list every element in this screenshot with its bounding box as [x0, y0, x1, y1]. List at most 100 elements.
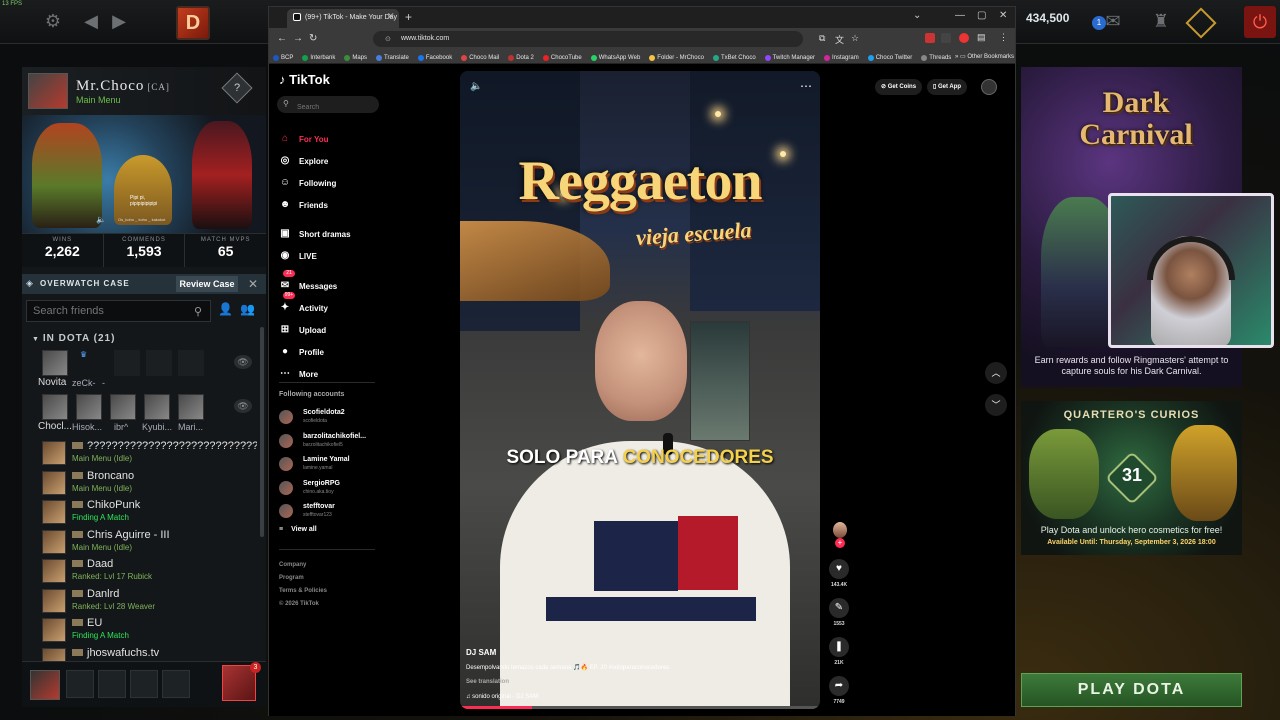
friend-row[interactable]: Daad Ranked: Lvl 17 Rubick	[42, 557, 262, 586]
spectate-eye-icon[interactable]: 👁	[234, 399, 252, 413]
close-icon[interactable]: ✕	[248, 277, 258, 291]
bookmark-item[interactable]: TxBet Choco	[712, 53, 756, 63]
cast-icon[interactable]: ⧉	[819, 33, 825, 44]
back-icon[interactable]: ←	[277, 33, 287, 44]
quartero-curios-panel[interactable]: QUARTERO'S CURIOS 31 Play Dota and unloc…	[1021, 401, 1242, 555]
nav-item-live[interactable]: ◉ LIVE	[279, 247, 317, 265]
review-case-button[interactable]: Review Case	[176, 276, 238, 292]
share-icon[interactable]: ➦	[829, 676, 849, 696]
spectate-eye-icon[interactable]: 👁	[234, 355, 252, 369]
account-avatar[interactable]	[279, 504, 293, 518]
bookmark-item[interactable]: Dota 2	[508, 53, 534, 63]
bookmark-item[interactable]: ChocoTube	[542, 53, 582, 63]
maximize-button[interactable]: ▢	[977, 10, 986, 21]
bookmark-action[interactable]: ❚ 21K	[827, 637, 851, 666]
tab-tiktok[interactable]: (99+) TikTok - Make Your Day	[287, 9, 399, 28]
extension-icon[interactable]	[925, 33, 935, 43]
bookmark-item[interactable]: Folder - MrChoco	[649, 53, 704, 63]
previous-video-button[interactable]: ︿	[985, 362, 1007, 384]
friend-list-scrollbar[interactable]	[260, 327, 264, 537]
party-invite-slot[interactable]	[98, 670, 126, 698]
account-avatar[interactable]	[279, 457, 293, 471]
video-author[interactable]: DJ SAM	[466, 648, 496, 657]
bookmark-item[interactable]: Instagram	[824, 53, 859, 63]
friend-row[interactable]: Chris Aguirre - III Main Menu (Idle)	[42, 528, 262, 557]
dota-logo-icon[interactable]: D	[176, 6, 210, 40]
bookmark-item[interactable]: BCP	[273, 53, 293, 63]
new-tab-button[interactable]: +	[405, 10, 412, 24]
url-bar[interactable]: www.tiktok.com	[373, 31, 803, 47]
search-icon[interactable]: ⚲	[194, 305, 202, 318]
bookmark-star-icon[interactable]: ☆	[851, 33, 859, 44]
friend-row[interactable]: ???????????????????????????? Main Menu (I…	[42, 439, 262, 468]
add-friend-icon[interactable]: 👤	[218, 302, 236, 318]
profile-avatar-icon[interactable]	[959, 33, 969, 43]
shards-icon[interactable]	[1185, 7, 1217, 39]
play-dota-button[interactable]: PLAY DOTA	[1021, 673, 1242, 707]
comment-action[interactable]: ✎ 1553	[827, 598, 851, 627]
browser-menu-icon[interactable]: ⋮	[999, 32, 1008, 43]
follow-plus-icon[interactable]: +	[835, 538, 845, 548]
account-avatar[interactable]	[279, 433, 293, 448]
party-invite-slot[interactable]	[130, 670, 158, 698]
friend-avatar[interactable]	[42, 441, 66, 465]
forward-icon[interactable]: →	[293, 33, 303, 44]
comment-icon[interactable]: ✎	[829, 598, 849, 618]
nav-item-more[interactable]: ⋯ More	[279, 365, 318, 383]
video-player[interactable]: Reggaeton vieja escuela SOLO PARA CONOCE…	[460, 71, 820, 709]
more-options-icon[interactable]: ⋯	[800, 79, 812, 93]
bookmark-item[interactable]: Choco Twitter	[867, 53, 912, 63]
friend-row[interactable]: ChikoPunk Finding A Match	[42, 498, 262, 527]
power-icon[interactable]: ⏻	[1244, 6, 1276, 38]
tab-close-icon[interactable]: ✕	[387, 11, 395, 22]
friend-avatar[interactable]	[42, 529, 66, 554]
party-invite-slot[interactable]	[66, 670, 94, 698]
footer-link[interactable]: Company	[279, 562, 306, 568]
bookmark-item[interactable]: Interbank	[302, 53, 335, 63]
reload-icon[interactable]: ↻	[309, 33, 317, 44]
get-app-button[interactable]: ▯ Get App	[927, 79, 968, 95]
party-member-avatar[interactable]	[42, 394, 68, 420]
party-invite-slot[interactable]	[162, 670, 190, 698]
nav-item-activity[interactable]: ✦ Activity	[279, 299, 328, 317]
friend-avatar[interactable]	[42, 588, 66, 613]
party-member-avatar[interactable]	[178, 394, 204, 420]
bookmark-item[interactable]: Twitch Manager	[764, 53, 815, 63]
video-progress-bar[interactable]	[460, 706, 820, 709]
account-avatar[interactable]	[279, 410, 293, 424]
creator-avatar[interactable]	[833, 522, 847, 538]
nav-item-upload[interactable]: ⊞ Upload	[279, 321, 326, 339]
back-arrow-icon[interactable]: ◀	[80, 10, 102, 32]
friends-group-header[interactable]: ▼ IN DOTA (21)	[32, 333, 115, 344]
nav-item-explore[interactable]: ◎ Explore	[279, 152, 329, 170]
user-avatar[interactable]	[981, 79, 997, 95]
footer-link[interactable]: Program	[279, 575, 304, 581]
site-info-icon[interactable]: ⊙	[385, 35, 391, 43]
nav-item-for-you[interactable]: ⌂ For You	[279, 130, 329, 148]
account-avatar[interactable]	[279, 480, 293, 495]
tab-search-icon[interactable]: ⌄	[913, 10, 921, 21]
friend-avatar[interactable]	[42, 470, 66, 495]
friend-avatar[interactable]	[42, 559, 66, 583]
bookmark-item[interactable]: Threads	[921, 53, 951, 63]
party-member-avatar[interactable]	[76, 394, 102, 420]
footer-link[interactable]: Terms & Policies	[279, 588, 327, 594]
translate-icon[interactable]: 文	[835, 33, 844, 46]
extensions-puzzle-icon[interactable]	[941, 33, 951, 43]
hero-showcase[interactable]: Pipi pi, pipipipipipipi Os_koho _ koho _…	[22, 115, 266, 233]
speaker-icon[interactable]: 🔈	[96, 215, 106, 224]
share-action[interactable]: ➦ 7749	[827, 676, 851, 705]
my-avatar[interactable]	[30, 670, 60, 700]
next-video-button[interactable]: ﹀	[985, 394, 1007, 416]
bookmark-item[interactable]: Maps	[344, 53, 367, 63]
friend-row[interactable]: Broncano Main Menu (Idle)	[42, 469, 262, 498]
other-bookmarks[interactable]: » ▭ Other Bookmarks	[955, 53, 1014, 60]
volume-icon[interactable]: 🔈	[470, 81, 482, 92]
settings-gear-icon[interactable]: ⚙	[42, 10, 64, 32]
friend-avatar[interactable]	[42, 500, 66, 524]
get-coins-button[interactable]: ⊘ Get Coins	[875, 79, 923, 95]
window-close-button[interactable]: ✕	[999, 10, 1007, 21]
nav-item-profile[interactable]: ● Profile	[279, 343, 324, 361]
see-translation-link[interactable]: See translation	[466, 679, 509, 685]
heart-action[interactable]: ♥ 143.4K	[827, 559, 851, 588]
